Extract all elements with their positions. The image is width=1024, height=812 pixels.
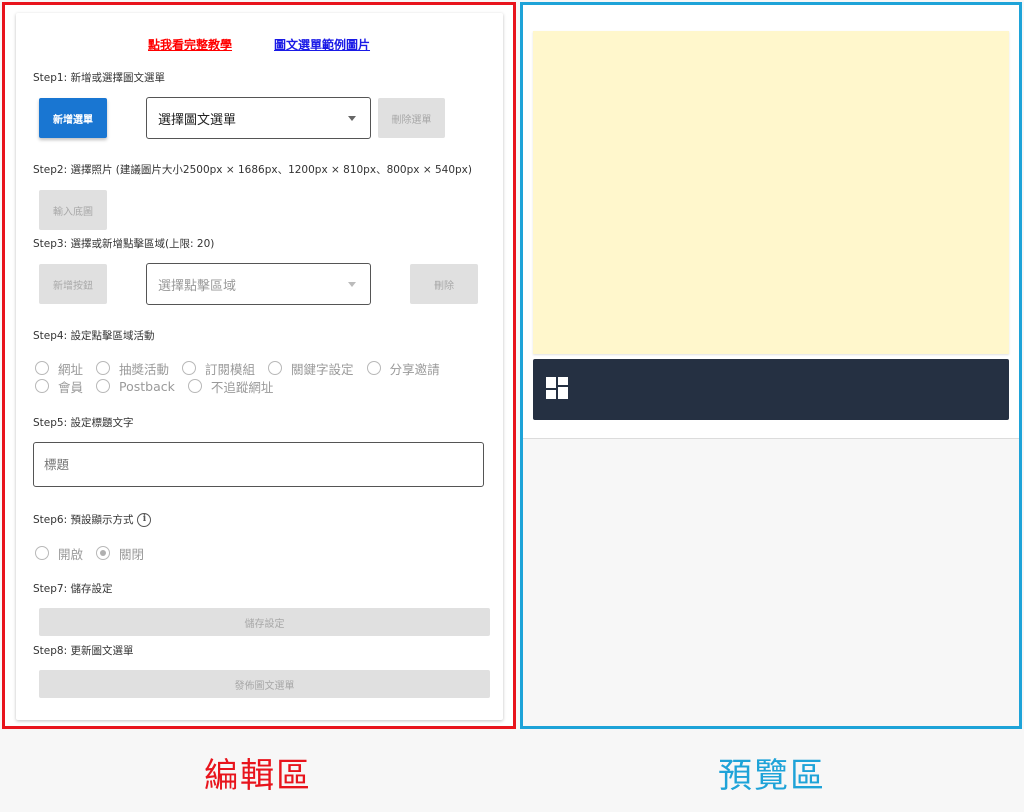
radio-untracked-url[interactable]: 不追蹤網址: [187, 377, 274, 396]
example-image-link[interactable]: 圖文選單範例圖片: [274, 36, 370, 53]
radio-label: Postback: [119, 378, 175, 394]
area-select-value: 選擇點擊區域: [158, 278, 237, 294]
radio-label: 會員: [58, 379, 84, 395]
preview-caption: 預覽區: [718, 756, 826, 796]
menu-select-value: 選擇圖文選單: [158, 112, 237, 128]
radio-circle: [96, 379, 111, 393]
radio-member[interactable]: 會員: [35, 377, 83, 396]
radio-label: 抽獎活動: [119, 361, 170, 377]
area-select[interactable]: 選擇點擊區域: [146, 263, 371, 305]
radio-postback[interactable]: Postback: [96, 379, 175, 394]
radio-label: 關鍵字設定: [291, 361, 354, 377]
import-image-button[interactable]: 輸入底圖: [39, 190, 107, 230]
grid-icon[interactable]: [546, 377, 568, 399]
step7-label: Step7: 儲存設定: [33, 583, 113, 595]
radio-open[interactable]: 開啟: [35, 544, 83, 563]
add-area-button[interactable]: 新增按鈕: [39, 264, 107, 304]
radio-keyword[interactable]: 關鍵字設定: [268, 359, 354, 378]
menu-select[interactable]: 選擇圖文選單: [146, 97, 371, 139]
step6-label-text: Step6: 預設顯示方式: [33, 514, 134, 526]
step8-label: Step8: 更新圖文選單: [33, 645, 134, 657]
display-mode-options: 開啟 關閉: [35, 544, 157, 563]
radio-circle: [366, 361, 381, 375]
preview-phone-area: [523, 5, 1019, 439]
radio-label: 分享邀請: [389, 361, 440, 377]
editor-card: 點我看完整教學 圖文選單範例圖片 Step1: 新增或選擇圖文選單 新增選單 選…: [16, 13, 503, 720]
publish-menu-button[interactable]: 發佈圖文選單: [39, 670, 490, 698]
help-links: 點我看完整教學 圖文選單範例圖片: [16, 36, 503, 54]
radio-circle: [187, 379, 202, 393]
radio-subscribe-module[interactable]: 訂閱模組: [182, 359, 255, 378]
radio-lottery[interactable]: 抽獎活動: [96, 359, 169, 378]
radio-circle: [35, 379, 49, 393]
activity-options-row-1: 網址 抽獎活動 訂閱模組 關鍵字設定 分享邀請: [35, 359, 453, 378]
activity-options-row-2: 會員 Postback 不追蹤網址: [35, 377, 286, 396]
radio-label: 關閉: [119, 546, 145, 562]
radio-url[interactable]: 網址: [35, 359, 83, 378]
radio-label: 開啟: [58, 546, 84, 562]
page: 點我看完整教學 圖文選單範例圖片 Step1: 新增或選擇圖文選單 新增選單 選…: [0, 0, 1024, 812]
radio-circle: [182, 361, 197, 375]
dropdown-arrow-icon: [348, 282, 356, 287]
tutorial-link[interactable]: 點我看完整教學: [148, 36, 232, 53]
radio-label: 網址: [58, 361, 84, 377]
radio-circle: [96, 361, 111, 375]
step2-label: Step2: 選擇照片 (建議圖片大小2500px × 1686px、1200p…: [33, 164, 472, 176]
step6-label: Step6: 預設顯示方式 i: [33, 512, 152, 527]
add-menu-button[interactable]: 新增選單: [39, 98, 107, 138]
editor-frame: 點我看完整教學 圖文選單範例圖片 Step1: 新增或選擇圖文選單 新增選單 選…: [2, 2, 516, 729]
preview-menu-image[interactable]: [533, 31, 1009, 354]
radio-circle: [35, 361, 49, 375]
radio-circle: [268, 361, 283, 375]
title-input[interactable]: [33, 442, 484, 487]
radio-label: 不追蹤網址: [210, 379, 274, 395]
delete-menu-button[interactable]: 刪除選單: [378, 98, 445, 138]
step3-label: Step3: 選擇或新增點擊區域(上限: 20): [33, 238, 215, 250]
radio-closed[interactable]: 關閉: [96, 544, 144, 563]
preview-menu-bar[interactable]: [533, 359, 1009, 420]
step4-label: Step4: 設定點擊區域活動: [33, 330, 155, 342]
step5-label: Step5: 設定標題文字: [33, 417, 134, 429]
delete-area-button[interactable]: 刪除: [410, 264, 478, 304]
editor-caption: 編輯區: [204, 756, 312, 796]
step1-label: Step1: 新增或選擇圖文選單: [33, 72, 165, 84]
preview-frame: [520, 2, 1022, 729]
dropdown-arrow-icon: [348, 116, 356, 121]
info-icon[interactable]: i: [137, 513, 152, 527]
radio-label: 訂閱模組: [205, 361, 256, 377]
radio-circle: [35, 546, 49, 560]
radio-share-invite[interactable]: 分享邀請: [366, 359, 440, 378]
save-settings-button[interactable]: 儲存設定: [39, 608, 490, 636]
radio-circle-checked: [96, 546, 111, 560]
